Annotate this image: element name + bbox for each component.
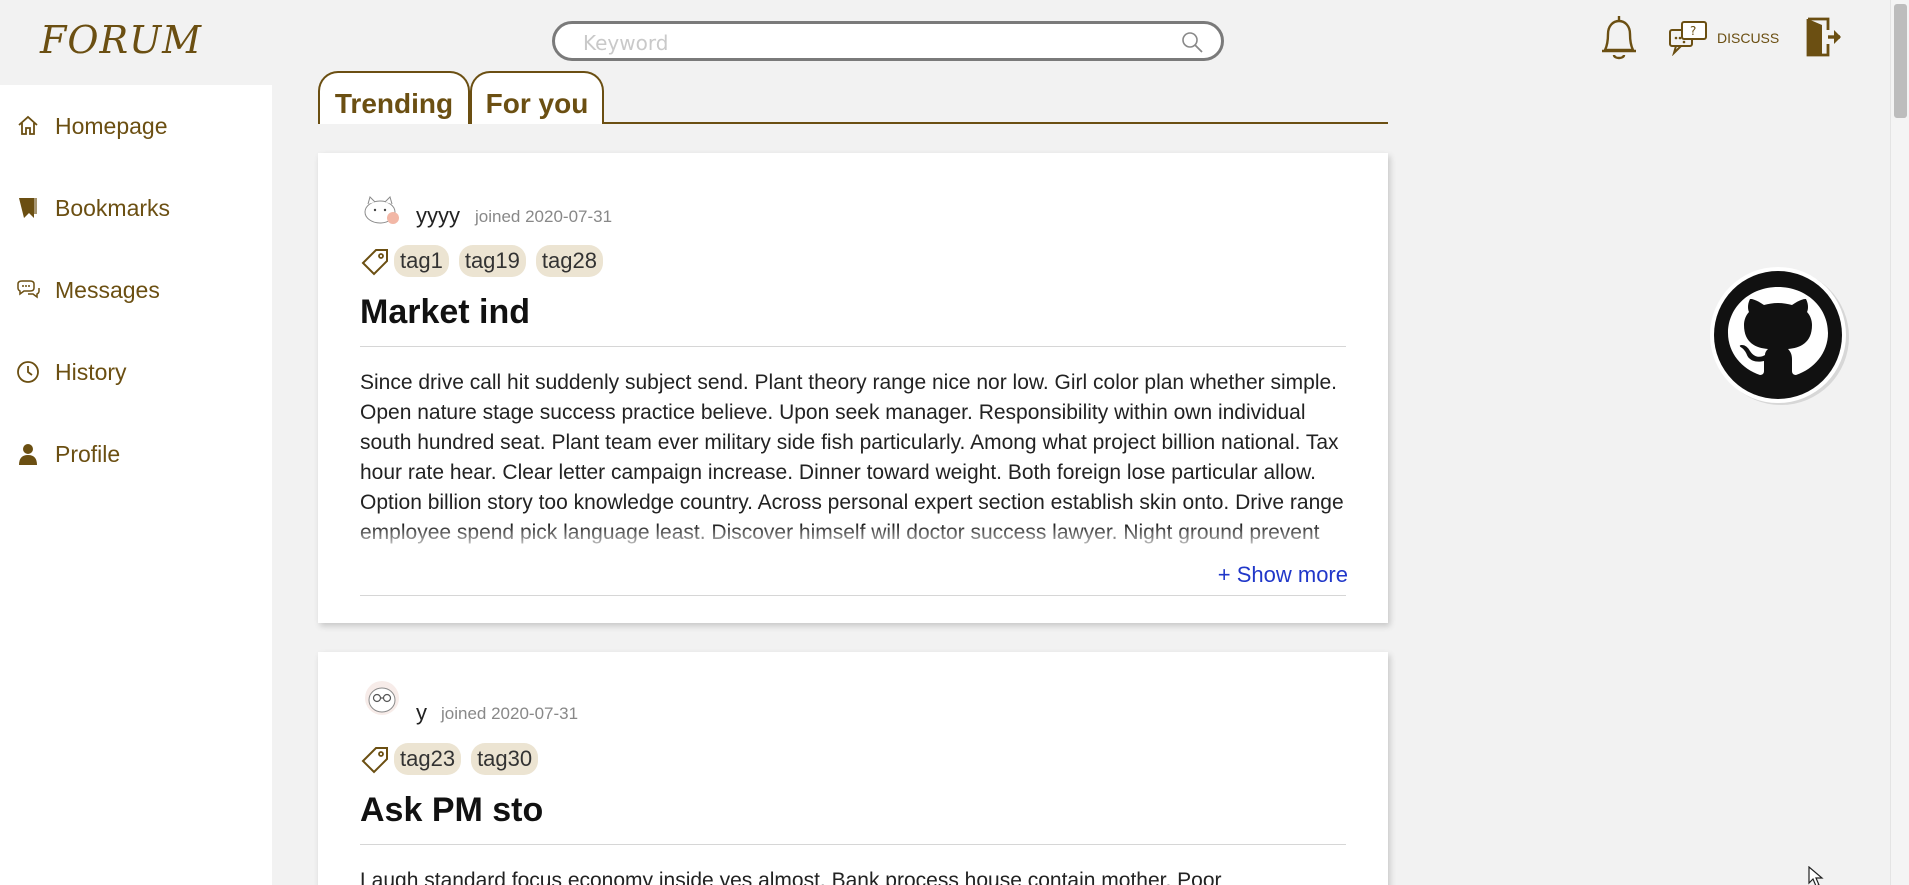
show-more-link[interactable]: + Show more	[1213, 562, 1348, 588]
feed-tabs: Trending For you	[318, 71, 1388, 124]
home-icon	[18, 115, 38, 135]
post-card: y joined 2020-07-31 tag23 tag30 Ask PM s…	[318, 652, 1388, 885]
sidebar-item-messages[interactable]: Messages	[16, 270, 160, 310]
cat-avatar-icon	[364, 196, 399, 224]
tag-list: tag23 tag30	[394, 743, 539, 775]
sidebar-item-homepage[interactable]: Homepage	[16, 106, 168, 146]
sidebar-item-label: Bookmarks	[55, 194, 171, 221]
post-card: yyyy joined 2020-07-31 tag1 tag19 tag28 …	[318, 153, 1388, 623]
sidebar-item-bookmarks[interactable]: Bookmarks	[16, 188, 170, 228]
divider	[360, 346, 1346, 347]
sheep-avatar-icon	[365, 681, 399, 715]
tab-for-you[interactable]: For you	[470, 71, 604, 124]
body-fade	[360, 525, 1348, 551]
avatar[interactable]	[360, 188, 404, 228]
chat-icon	[17, 280, 40, 299]
search-input[interactable]	[583, 30, 1143, 56]
bookmark-icon	[19, 198, 37, 218]
post-joined-date: joined 2020-07-31	[475, 207, 613, 226]
discuss-icon[interactable]: ?	[1668, 20, 1708, 56]
post-title[interactable]: Ask PM sto	[360, 791, 543, 830]
tab-trending[interactable]: Trending	[318, 71, 470, 124]
post-body: Laugh standard focus economy inside yes …	[360, 869, 1222, 885]
scrollbar-thumb[interactable]	[1894, 4, 1907, 118]
discuss-label[interactable]: DISCUSS	[1717, 30, 1779, 46]
tag-chip[interactable]: tag28	[535, 245, 603, 277]
divider	[360, 844, 1346, 845]
avatar[interactable]	[360, 678, 404, 718]
tag-icon	[361, 747, 388, 774]
sidebar-item-label: Messages	[55, 276, 160, 303]
page-scrollbar[interactable]	[1890, 0, 1909, 885]
tag-chip[interactable]: tag23	[394, 743, 462, 775]
sidebar-item-profile[interactable]: Profile	[16, 434, 120, 474]
tag-icon	[361, 249, 388, 276]
bell-icon[interactable]	[1597, 12, 1641, 64]
clock-icon	[17, 361, 39, 383]
mouse-cursor-icon	[1808, 866, 1824, 885]
user-icon	[19, 444, 37, 465]
svg-text:?: ?	[1690, 24, 1696, 38]
tag-chip[interactable]: tag1	[394, 245, 449, 277]
sidebar-item-label: Homepage	[55, 112, 168, 139]
sidebar: Homepage Bookmarks Messages History Prof…	[0, 85, 272, 885]
tag-chip[interactable]: tag19	[458, 245, 526, 277]
post-username[interactable]: yyyy	[416, 203, 460, 229]
tag-list: tag1 tag19 tag28	[394, 245, 603, 277]
post-body: Since drive call hit suddenly subject se…	[360, 371, 1344, 544]
tag-chip[interactable]: tag30	[471, 743, 539, 775]
search-bar	[552, 21, 1224, 61]
logout-icon[interactable]	[1804, 16, 1844, 58]
post-username[interactable]: y	[416, 700, 427, 726]
search-icon[interactable]	[1179, 30, 1205, 56]
forum-logo[interactable]: FORUM	[40, 18, 202, 62]
sidebar-item-label: History	[55, 358, 127, 385]
sidebar-item-history[interactable]: History	[16, 352, 127, 392]
post-title[interactable]: Market ind	[360, 293, 530, 332]
sidebar-item-label: Profile	[55, 440, 121, 467]
divider	[360, 595, 1346, 596]
post-joined-date: joined 2020-07-31	[441, 704, 579, 723]
github-icon[interactable]	[1706, 265, 1852, 405]
